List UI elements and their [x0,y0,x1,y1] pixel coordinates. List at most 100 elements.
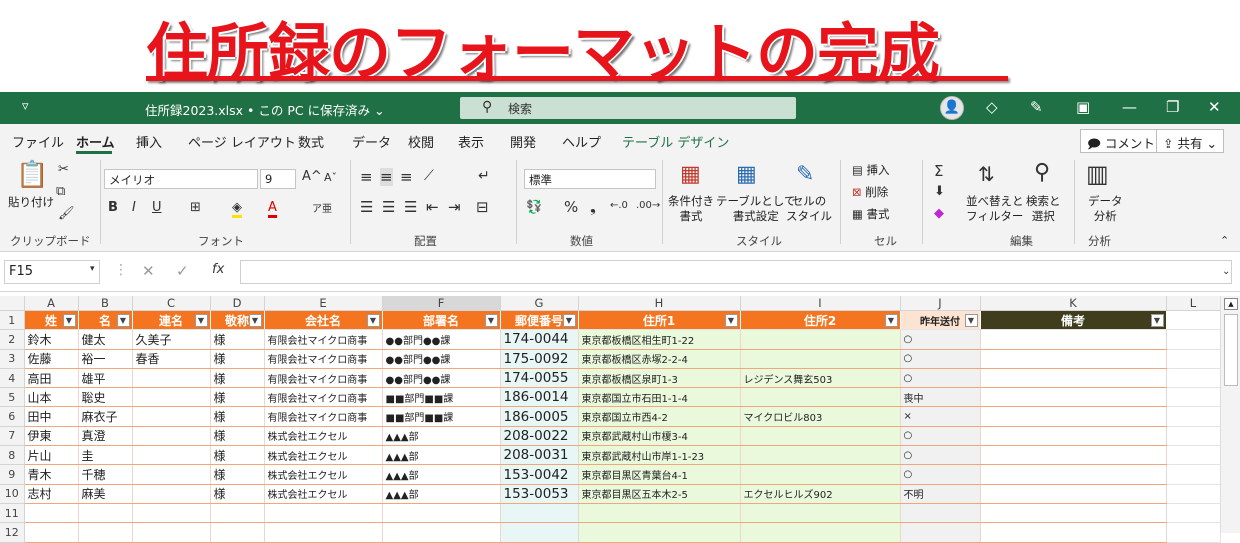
table-cell[interactable]: 不明 [900,484,981,504]
table-header-cell[interactable]: 昨年送付 ▼ [900,310,981,331]
row-header[interactable]: 8 [0,445,25,466]
empty-cell[interactable] [1166,349,1221,369]
table-header-cell[interactable]: 名 ▼ [78,310,133,331]
table-cell[interactable]: 有限会社マイクロ商事 [264,349,383,369]
cancel-icon[interactable]: ✕ [142,262,155,280]
delete-cells-button[interactable]: ⊠ 削除 [852,184,888,200]
tab-insert[interactable]: 挿入 [136,132,162,151]
column-header[interactable]: H [578,296,741,311]
table-cell[interactable]: 153-0042 [500,464,579,485]
format-as-table-icon[interactable]: ▦ [736,162,757,187]
tab-formulas[interactable]: 数式 [298,132,324,151]
filter-dropdown-icon[interactable]: ▼ [562,314,576,327]
table-cell[interactable] [980,349,1167,369]
table-header-cell[interactable]: 姓 ▼ [24,310,79,331]
table-cell[interactable]: ○ [900,445,981,466]
column-header[interactable]: L [1166,296,1221,311]
row-header[interactable]: 7 [0,426,25,447]
column-header[interactable]: K [980,296,1167,311]
table-cell[interactable]: 春香 [132,349,211,369]
table-cell[interactable]: 田中 [24,406,79,427]
table-cell[interactable]: 東京都武蔵村山市榎3-4 [578,426,741,447]
premium-diamond-icon[interactable]: ◇ [986,98,998,116]
table-header-cell[interactable]: 敬称 ▼ [210,310,265,331]
column-header[interactable]: G [500,296,579,311]
table-cell[interactable]: ■■部門■■課 [382,406,501,427]
table-cell[interactable]: 様 [210,368,265,389]
table-cell[interactable]: × [900,406,981,427]
empty-cell[interactable] [1166,406,1221,427]
tab-help[interactable]: ヘルプ [562,132,601,151]
format-as-table-label[interactable]: テーブルとして 書式設定 [716,194,795,224]
align-middle-icon[interactable]: ≡ [380,168,393,186]
table-cell[interactable]: 186-0014 [500,387,579,408]
table-cell[interactable]: 174-0055 [500,368,579,389]
table-cell[interactable] [210,522,265,543]
table-cell[interactable]: 喪中 [900,387,981,408]
table-cell[interactable]: 様 [210,406,265,427]
column-header[interactable]: A [24,296,79,311]
tab-view[interactable]: 表示 [458,132,484,151]
table-cell[interactable]: 有限会社マイクロ商事 [264,329,383,350]
empty-cell[interactable] [1166,426,1221,447]
currency-icon[interactable]: 💱 [526,200,542,215]
row-header[interactable]: 9 [0,464,25,485]
table-cell[interactable] [24,522,79,543]
table-cell[interactable] [500,503,579,524]
table-cell[interactable]: ▲▲▲部 [382,426,501,447]
font-color-icon[interactable]: A [268,200,277,218]
sort-filter-label[interactable]: 並べ替えと フィルター [966,194,1024,224]
empty-cell[interactable] [1166,503,1221,524]
minimize-icon[interactable]: — [1122,98,1137,116]
table-cell[interactable]: 東京都板橋区相生町1-22 [578,329,741,350]
table-cell[interactable]: 様 [210,387,265,408]
table-cell[interactable]: ▲▲▲部 [382,464,501,485]
italic-button[interactable]: I [132,200,136,215]
table-cell[interactable]: 有限会社マイクロ商事 [264,368,383,389]
table-cell[interactable]: 様 [210,484,265,504]
table-header-cell[interactable]: 住所2 ▼ [740,310,901,331]
find-select-icon[interactable]: ⚲ [1034,160,1050,185]
comma-icon[interactable]: ❟ [590,198,596,216]
empty-cell[interactable] [1166,310,1221,331]
row-header[interactable]: 5 [0,387,25,408]
table-cell[interactable] [740,387,901,408]
table-cell[interactable]: 高田 [24,368,79,389]
grow-font-icon[interactable]: A^ [302,169,322,184]
close-icon[interactable]: ✕ [1208,98,1221,116]
merge-center-icon[interactable]: ⊟ [476,198,489,216]
formula-input[interactable] [240,260,1232,284]
vertical-scrollbar[interactable]: ▲ [1220,296,1240,533]
column-header[interactable]: J [900,296,981,311]
percent-icon[interactable]: % [564,198,578,216]
row-header[interactable]: 1 [0,310,25,331]
table-header-cell[interactable]: 部署名 ▼ [382,310,501,331]
table-cell[interactable]: 株式会社エクセル [264,426,383,447]
empty-cell[interactable] [1166,387,1221,408]
table-cell[interactable] [132,503,211,524]
table-cell[interactable] [132,426,211,447]
table-header-cell[interactable]: 郵便番号 ▼ [500,310,579,331]
align-right-icon[interactable]: ☰ [404,198,417,216]
find-select-label[interactable]: 検索と 選択 [1026,194,1061,224]
table-cell[interactable]: ○ [900,349,981,369]
align-top-icon[interactable]: ≡ [360,168,373,186]
table-cell[interactable]: 東京都目黒区青葉台4-1 [578,464,741,485]
table-cell[interactable]: 千穂 [78,464,133,485]
table-cell[interactable]: 186-0005 [500,406,579,427]
tab-file[interactable]: ファイル [12,132,64,151]
table-header-cell[interactable]: 住所1 ▼ [578,310,741,331]
filter-dropdown-icon[interactable]: ▼ [724,314,738,327]
bold-button[interactable]: B [108,200,118,215]
table-cell[interactable]: 裕一 [78,349,133,369]
table-cell[interactable]: 株式会社エクセル [264,484,383,504]
cell-styles-icon[interactable]: ✎ [796,162,814,187]
account-avatar-icon[interactable]: 👤 [940,96,964,120]
table-cell[interactable] [210,503,265,524]
table-cell[interactable]: 株式会社エクセル [264,464,383,485]
table-cell[interactable]: 麻衣子 [78,406,133,427]
table-cell[interactable]: 麻美 [78,484,133,504]
table-cell[interactable] [740,522,901,543]
decrease-indent-icon[interactable]: ⇤ [426,198,439,216]
column-header[interactable]: I [740,296,901,311]
